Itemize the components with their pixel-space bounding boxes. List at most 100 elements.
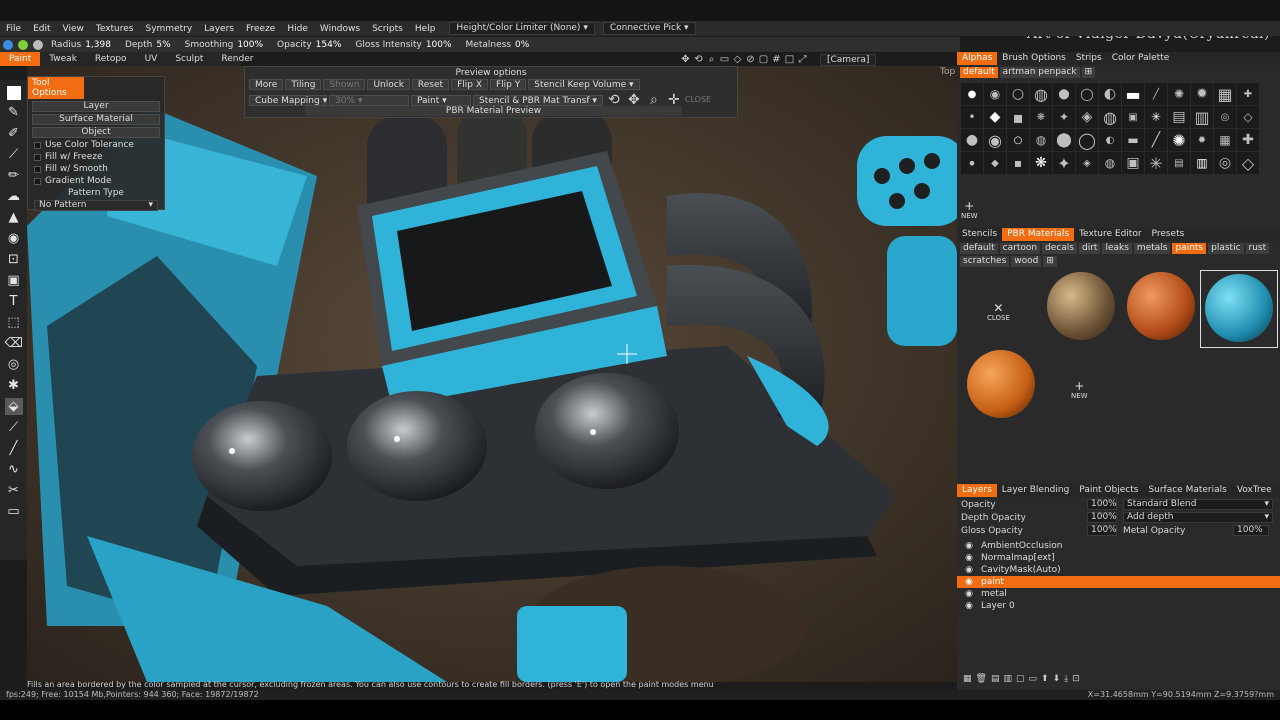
- eye-icon[interactable]: ◉: [957, 553, 981, 563]
- zoom-icon[interactable]: ⌕: [706, 54, 717, 65]
- alpha-thumbnail[interactable]: ▣: [1122, 106, 1144, 128]
- move-up-icon[interactable]: ⬆: [1041, 674, 1049, 684]
- alpha-set-artman[interactable]: artman penpack: [999, 67, 1080, 78]
- menu-windows[interactable]: Windows: [314, 24, 366, 34]
- grid-icon[interactable]: #: [771, 54, 782, 65]
- alpha-thumbnail[interactable]: ◇: [1237, 152, 1259, 174]
- alpha-thumbnail[interactable]: ▤: [1168, 152, 1190, 174]
- mat-cat-scratches[interactable]: scratches: [960, 256, 1010, 267]
- mat-cat-leaks[interactable]: leaks: [1102, 243, 1132, 254]
- layer-row[interactable]: ◉ CavityMask(Auto): [957, 564, 1280, 576]
- alpha-thumbnail[interactable]: ▤: [1168, 106, 1190, 128]
- pencil-icon[interactable]: ✏: [5, 167, 23, 184]
- no-icon[interactable]: ⊘: [745, 54, 756, 65]
- ruler-icon[interactable]: ▭: [5, 503, 23, 520]
- layer-row[interactable]: ◉ Normalmap[ext]: [957, 552, 1280, 564]
- clear-icon[interactable]: ▢: [1016, 674, 1025, 684]
- room-retopo[interactable]: Retopo: [86, 52, 136, 66]
- stencil-keep-volume-dropdown[interactable]: Stencil Keep Volume ▾: [528, 79, 640, 90]
- close-icon[interactable]: CLOSE: [685, 91, 711, 109]
- curve-icon[interactable]: ∿: [5, 461, 23, 478]
- alpha-thumbnail[interactable]: ◍: [1099, 106, 1121, 128]
- room-sculpt[interactable]: Sculpt: [166, 52, 212, 66]
- alpha-thumbnail[interactable]: ╱: [1145, 83, 1167, 105]
- alpha-thumbnail[interactable]: ○: [1007, 83, 1029, 105]
- pick-dropdown[interactable]: Connective Pick ▾: [602, 22, 696, 35]
- room-uv[interactable]: UV: [136, 52, 167, 66]
- alpha-thumbnail[interactable]: ▪: [1007, 106, 1029, 128]
- alpha-thumbnail[interactable]: ●: [961, 129, 983, 151]
- alpha-thumbnail[interactable]: ◉: [984, 83, 1006, 105]
- opacity-value[interactable]: 100%: [1087, 499, 1117, 510]
- alpha-thumbnail[interactable]: ✳: [1145, 106, 1167, 128]
- room-tweak[interactable]: Tweak: [40, 52, 86, 66]
- material-swatch-1[interactable]: [1047, 272, 1115, 340]
- mat-cat-paints[interactable]: paints: [1172, 243, 1207, 254]
- tiling-button[interactable]: Tiling: [285, 79, 322, 90]
- alpha-thumbnail[interactable]: ●: [961, 83, 983, 105]
- airbrush-icon[interactable]: ⟋: [5, 146, 23, 163]
- tab-voxtree[interactable]: VoxTree: [1232, 484, 1277, 497]
- alpha-thumbnail[interactable]: ✦: [1053, 152, 1075, 174]
- use-color-tolerance-checkbox[interactable]: Use Color Tolerance: [34, 140, 158, 150]
- opacity-param[interactable]: Opacity 154%: [271, 40, 347, 50]
- alpha-thumbnail[interactable]: ▥: [1191, 106, 1213, 128]
- alpha-thumbnail[interactable]: ◆: [984, 106, 1006, 128]
- menu-edit[interactable]: Edit: [27, 24, 56, 34]
- mat-cat-cartoon[interactable]: cartoon: [999, 243, 1041, 254]
- stamp-icon[interactable]: ▲: [5, 209, 23, 226]
- radius-param[interactable]: Radius 1,398: [45, 40, 117, 50]
- new-layer-icon[interactable]: ▦: [963, 674, 972, 684]
- depth-mode-dropdown[interactable]: Add depth ▾: [1123, 512, 1273, 523]
- tab-strips[interactable]: Strips: [1071, 52, 1107, 65]
- expand-icon[interactable]: ⤢: [797, 54, 808, 65]
- fill-icon[interactable]: ⬙: [4, 398, 23, 415]
- tab-paint-objects[interactable]: Paint Objects: [1074, 484, 1143, 497]
- menu-textures[interactable]: Textures: [90, 24, 140, 34]
- metal-opacity-value[interactable]: 100%: [1233, 525, 1269, 536]
- alpha-thumbnail[interactable]: ◈: [1076, 106, 1098, 128]
- alpha-thumbnail[interactable]: ❋: [1030, 106, 1052, 128]
- mat-cat-metals[interactable]: metals: [1133, 243, 1171, 254]
- limiter-dropdown[interactable]: Height/Color Limiter (None) ▾: [449, 22, 595, 35]
- tab-color-palette[interactable]: Color Palette: [1107, 52, 1175, 65]
- alpha-thumbnail[interactable]: ◐: [1099, 129, 1121, 151]
- text-icon[interactable]: T: [5, 293, 23, 310]
- eye-icon[interactable]: ◉: [957, 601, 981, 611]
- tool-options-header[interactable]: Tool Options: [28, 77, 84, 99]
- layer-row[interactable]: ◉ metal: [957, 588, 1280, 600]
- eye-icon[interactable]: ◎: [5, 356, 23, 373]
- alpha-thumbnail[interactable]: ◆: [984, 152, 1006, 174]
- alpha-thumbnail[interactable]: ◇: [1237, 106, 1259, 128]
- fill-smooth-checkbox[interactable]: Fill w/ Smooth: [34, 164, 158, 174]
- material-swatch-4[interactable]: [967, 350, 1035, 418]
- tab-pbr-materials[interactable]: PBR Materials: [1002, 228, 1075, 241]
- menu-layers[interactable]: Layers: [198, 24, 240, 34]
- smoothing-param[interactable]: Smoothing 100%: [179, 40, 269, 50]
- alpha-thumbnail[interactable]: ◯: [1076, 129, 1098, 151]
- color-swatch-icon[interactable]: [6, 86, 21, 100]
- add-set-icon[interactable]: ⊞: [1081, 67, 1096, 78]
- transform-icon[interactable]: ⊡: [5, 251, 23, 268]
- layer-row-selected[interactable]: ◉ paint: [957, 576, 1280, 588]
- square-icon[interactable]: □: [784, 54, 795, 65]
- blue-dot-icon[interactable]: [3, 39, 13, 50]
- move-icon[interactable]: ✥: [680, 54, 691, 65]
- new-material-button[interactable]: + NEW: [1071, 380, 1088, 400]
- alpha-thumbnail[interactable]: ⬤: [1053, 129, 1075, 151]
- alpha-thumbnail[interactable]: ◯: [1076, 83, 1098, 105]
- alpha-set-default[interactable]: default: [960, 67, 998, 78]
- alpha-thumbnail[interactable]: ▪: [1007, 152, 1029, 174]
- mat-cat-default[interactable]: default: [960, 243, 998, 254]
- alpha-thumbnail[interactable]: ✹: [1191, 83, 1213, 105]
- alpha-thumbnail[interactable]: ✚: [1237, 129, 1259, 151]
- gradient-mode-checkbox[interactable]: Gradient Mode: [34, 176, 158, 186]
- image-icon[interactable]: ▣: [5, 272, 23, 289]
- unlock-button[interactable]: Unlock: [367, 79, 410, 90]
- reset-button[interactable]: Reset: [411, 79, 450, 90]
- smudge-icon[interactable]: ☁: [5, 188, 23, 205]
- alpha-thumbnail[interactable]: ▬: [1122, 83, 1144, 105]
- alpha-thumbnail[interactable]: ○: [1007, 129, 1029, 151]
- select-icon[interactable]: ⬚: [5, 314, 23, 331]
- alpha-thumbnail[interactable]: ▦: [1214, 129, 1236, 151]
